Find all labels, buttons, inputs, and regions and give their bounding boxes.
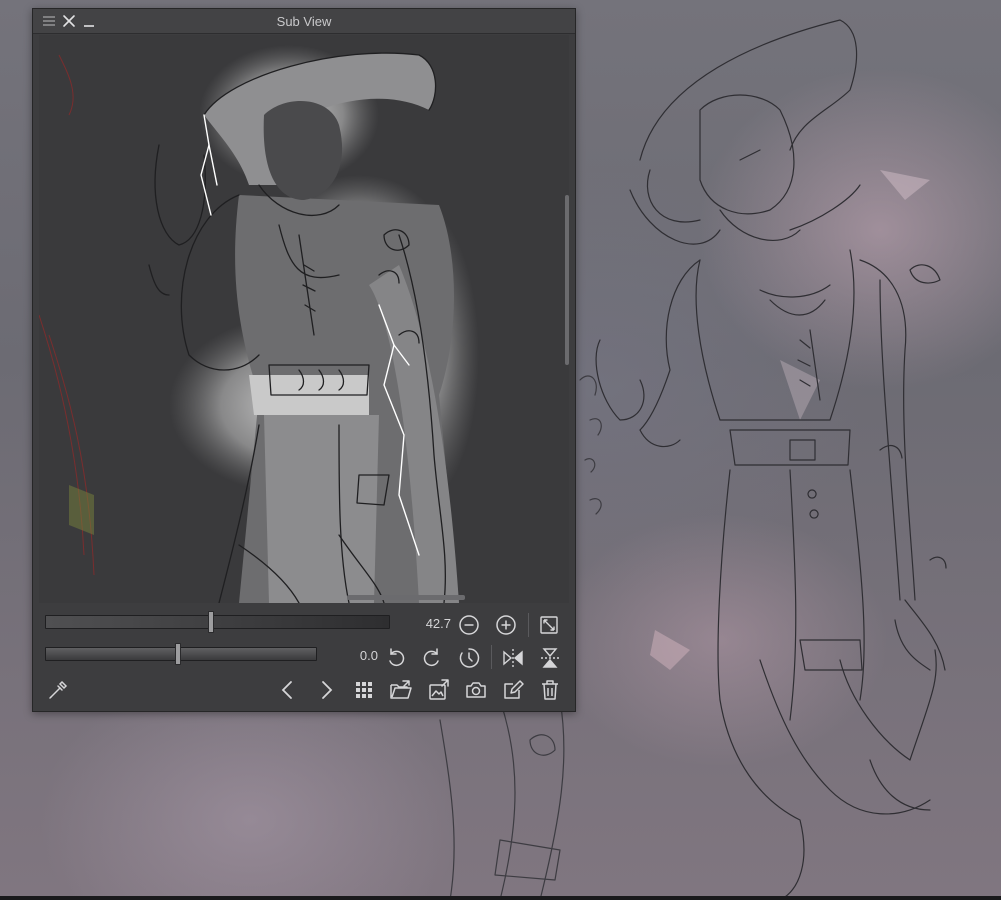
rotation-value[interactable]: 0.0 [328,648,378,663]
flip-vertical-icon[interactable] [537,645,563,671]
image-list-grid-icon[interactable] [351,677,377,703]
zoom-slider-track[interactable] [45,615,390,629]
zoom-row-divider [528,613,529,637]
subview-title: Sub View [276,14,332,29]
flip-horizontal-icon[interactable] [500,645,526,671]
canvas-bottom-border [0,896,1001,900]
subview-panel: Sub View 42.7 0.0 [32,8,576,712]
rotation-slider-thumb[interactable] [175,643,182,665]
zoom-out-icon[interactable] [456,612,482,638]
eyedropper-icon[interactable] [45,677,71,703]
horizontal-scrollbar[interactable] [347,595,465,600]
subview-reference-artwork [39,45,479,603]
next-image-icon[interactable] [313,677,339,703]
rotate-right-icon[interactable] [419,645,445,671]
zoom-in-icon[interactable] [493,612,519,638]
vertical-scrollbar[interactable] [565,195,569,365]
edit-image-icon[interactable] [500,677,526,703]
fit-to-window-icon[interactable] [536,612,562,638]
subview-image-canvas[interactable] [39,35,569,603]
zoom-value[interactable]: 42.7 [401,616,451,631]
subview-titlebar[interactable]: Sub View [33,9,575,34]
import-image-icon[interactable] [426,677,452,703]
previous-image-icon[interactable] [275,677,301,703]
delete-image-icon[interactable] [537,677,563,703]
capture-canvas-icon[interactable] [463,677,489,703]
rotate-left-icon[interactable] [383,645,409,671]
rotation-row-divider [491,645,492,669]
zoom-slider-thumb[interactable] [207,611,214,633]
import-folder-icon[interactable] [388,677,414,703]
reset-rotation-icon[interactable] [456,645,482,671]
